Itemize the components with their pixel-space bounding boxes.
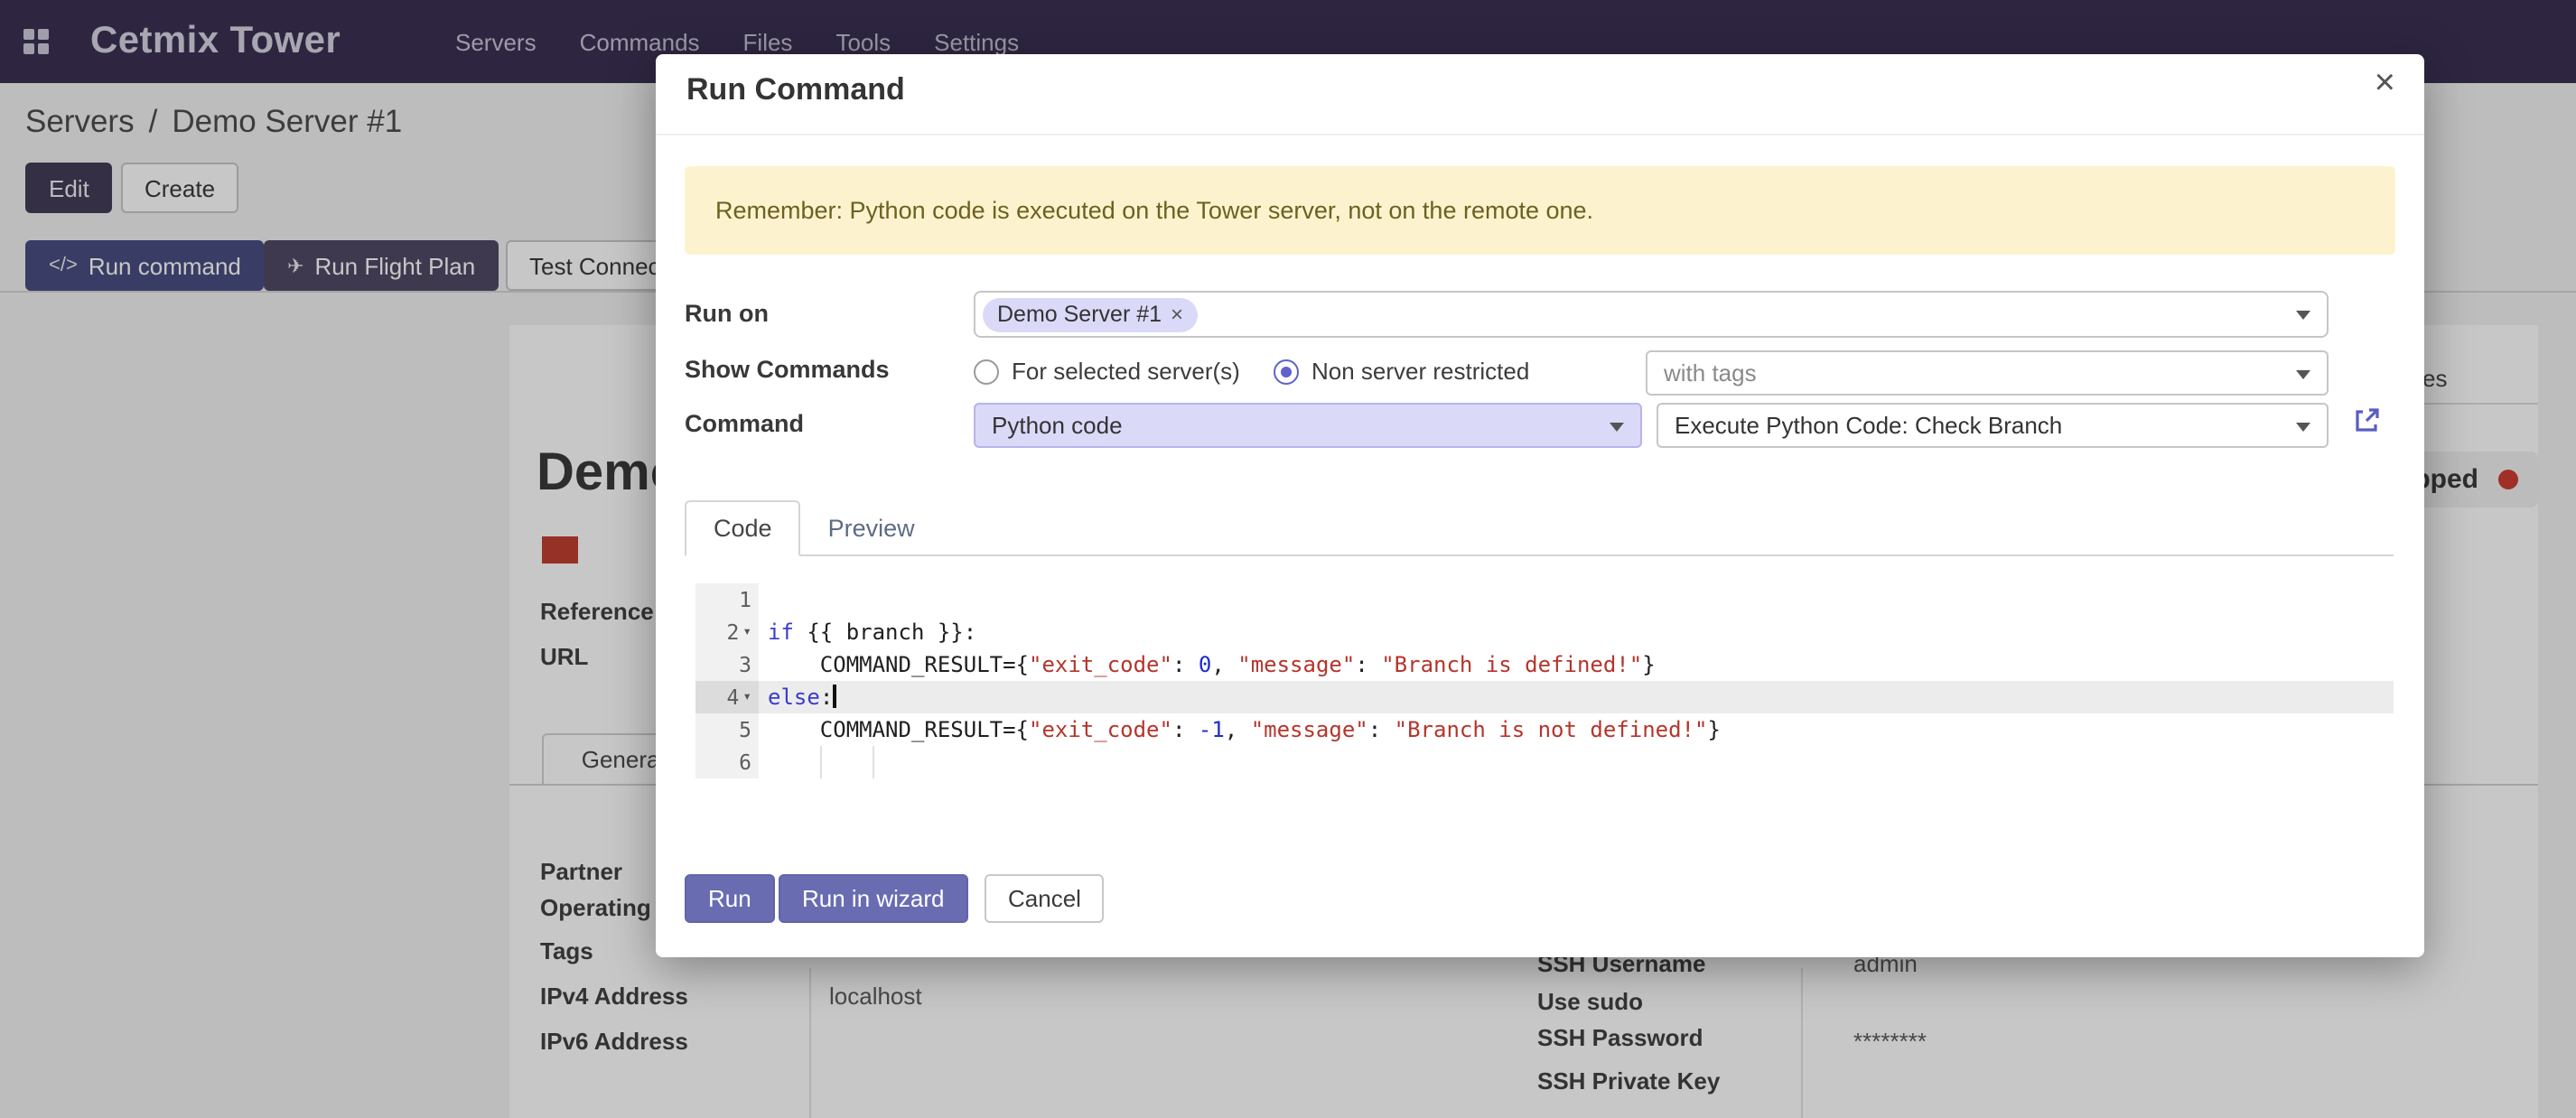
dropdown-caret-icon [1610, 422, 1624, 431]
show-commands-label: Show Commands [685, 356, 890, 383]
gutter-line-number: 5 [695, 713, 759, 746]
gutter-line-number: 4▾ [695, 681, 759, 713]
code-line-content[interactable]: COMMAND_RESULT={"exit_code": 0, "message… [759, 648, 2394, 681]
cancel-button[interactable]: Cancel [985, 874, 1105, 923]
code-line-1[interactable]: 1 [695, 583, 2394, 616]
run-in-wizard-button[interactable]: Run in wizard [779, 874, 968, 923]
command-type-value: Python code [992, 412, 1123, 439]
dropdown-caret-icon [2296, 311, 2310, 320]
fold-arrow-icon[interactable]: ▾ [742, 681, 751, 713]
gutter-line-number: 3 [695, 648, 759, 681]
radio-non-server-restricted[interactable]: Non server restricted [1274, 358, 1529, 385]
code-line-content[interactable]: COMMAND_RESULT={"exit_code": -1, "messag… [759, 713, 2394, 746]
run-on-label: Run on [685, 300, 769, 327]
code-editor-lines: 12▾if {{ branch }}:3 COMMAND_RESULT={"ex… [695, 583, 2394, 778]
run-on-input[interactable]: Demo Server #1 × [974, 291, 2329, 338]
command-label: Command [685, 410, 804, 437]
dropdown-caret-icon [2296, 369, 2310, 378]
text-cursor [833, 685, 836, 708]
command-select[interactable]: Execute Python Code: Check Branch [1657, 403, 2329, 448]
with-tags-select[interactable]: with tags [1646, 350, 2329, 396]
radio-icon[interactable] [1274, 359, 1299, 384]
fold-arrow-icon[interactable]: ▾ [742, 616, 751, 648]
run-command-modal: Run Command × Remember: Python code is e… [656, 54, 2424, 957]
radio-label: Non server restricted [1311, 358, 1529, 385]
close-icon[interactable]: × [2375, 65, 2395, 101]
code-editor[interactable]: 12▾if {{ branch }}:3 COMMAND_RESULT={"ex… [695, 583, 2394, 778]
code-line-6[interactable]: 6 [695, 746, 2394, 778]
command-type-select[interactable]: Python code [974, 403, 1642, 448]
code-line-content[interactable] [759, 583, 2394, 616]
code-line-content[interactable]: if {{ branch }}: [759, 616, 2394, 648]
server-tag[interactable]: Demo Server #1 × [983, 297, 1198, 331]
external-link-icon[interactable] [2352, 406, 2383, 437]
code-line-2[interactable]: 2▾if {{ branch }}: [695, 616, 2394, 648]
tab-preview[interactable]: Preview [801, 502, 942, 554]
warning-text: Remember: Python code is executed on the… [715, 197, 1593, 224]
screen: Cetmix Tower Servers Commands Files Tool… [0, 0, 2576, 1118]
tag-remove-icon[interactable]: × [1171, 302, 1183, 327]
modal-title: Run Command [686, 72, 905, 108]
tab-bar: Code Preview [685, 500, 2394, 556]
with-tags-value: with tags [1664, 359, 1757, 387]
code-line-4[interactable]: 4▾else: [695, 681, 2394, 713]
run-button[interactable]: Run [685, 874, 775, 923]
app-root: Cetmix Tower Servers Commands Files Tool… [0, 0, 2576, 1118]
code-line-content[interactable]: else: [759, 681, 2394, 713]
code-line-content[interactable] [759, 746, 2394, 778]
radio-icon[interactable] [974, 359, 999, 384]
external-link-svg [2352, 406, 2381, 435]
tab-code[interactable]: Code [685, 500, 801, 556]
dropdown-caret-icon [2296, 422, 2310, 431]
warning-banner: Remember: Python code is executed on the… [685, 166, 2395, 255]
command-select-value: Execute Python Code: Check Branch [1675, 412, 2062, 439]
server-tag-label: Demo Server #1 [997, 302, 1162, 327]
gutter-line-number: 1 [695, 583, 759, 616]
code-line-3[interactable]: 3 COMMAND_RESULT={"exit_code": 0, "messa… [695, 648, 2394, 681]
code-line-5[interactable]: 5 COMMAND_RESULT={"exit_code": -1, "mess… [695, 713, 2394, 746]
modal-header-divider [656, 134, 2424, 135]
gutter-line-number: 2▾ [695, 616, 759, 648]
radio-for-selected-servers[interactable]: For selected server(s) [974, 358, 1240, 385]
radio-label: For selected server(s) [1012, 358, 1240, 385]
gutter-line-number: 6 [695, 746, 759, 778]
